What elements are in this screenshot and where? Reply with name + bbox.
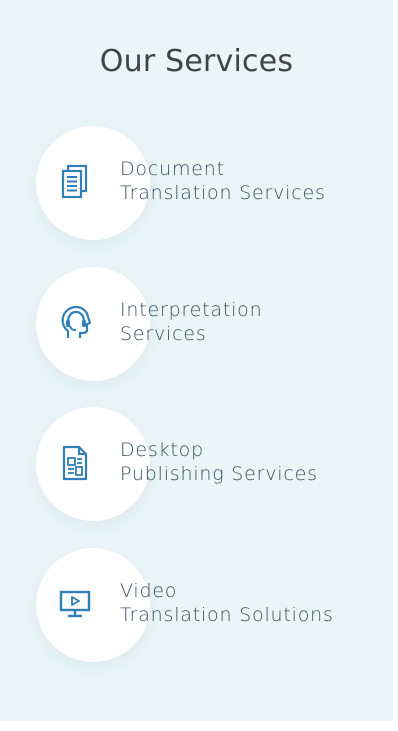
- service-label-line2: Translation Solutions: [120, 604, 334, 626]
- service-item-video-translation[interactable]: Video Translation Solutions: [36, 545, 376, 665]
- service-label-line2: Publishing Services: [120, 463, 318, 485]
- service-label-line2: Services: [120, 323, 207, 345]
- service-item-document-translation[interactable]: Document Translation Services: [36, 123, 376, 243]
- service-item-desktop-publishing[interactable]: Desktop Publishing Services: [36, 404, 376, 524]
- desktop-publishing-icon: [56, 443, 94, 483]
- video-monitor-icon: [56, 584, 94, 624]
- document-icon: [56, 162, 94, 202]
- service-label[interactable]: Video Translation Solutions: [120, 579, 334, 627]
- service-label-line1: Interpretation: [120, 299, 263, 321]
- section-title: Our Services: [99, 44, 294, 79]
- service-label-line1: Document: [120, 158, 225, 180]
- service-item-interpretation[interactable]: Interpretation Services: [36, 264, 376, 384]
- services-section: Our Services Document Translation Servic…: [0, 0, 393, 721]
- service-label-line1: Video: [120, 580, 178, 602]
- service-label-line1: Desktop: [120, 439, 204, 461]
- service-label[interactable]: Document Translation Services: [120, 157, 326, 205]
- service-label[interactable]: Interpretation Services: [120, 298, 262, 346]
- service-label-line2: Translation Services: [120, 182, 326, 204]
- interpreter-headset-icon: [56, 303, 94, 343]
- service-label[interactable]: Desktop Publishing Services: [120, 438, 318, 486]
